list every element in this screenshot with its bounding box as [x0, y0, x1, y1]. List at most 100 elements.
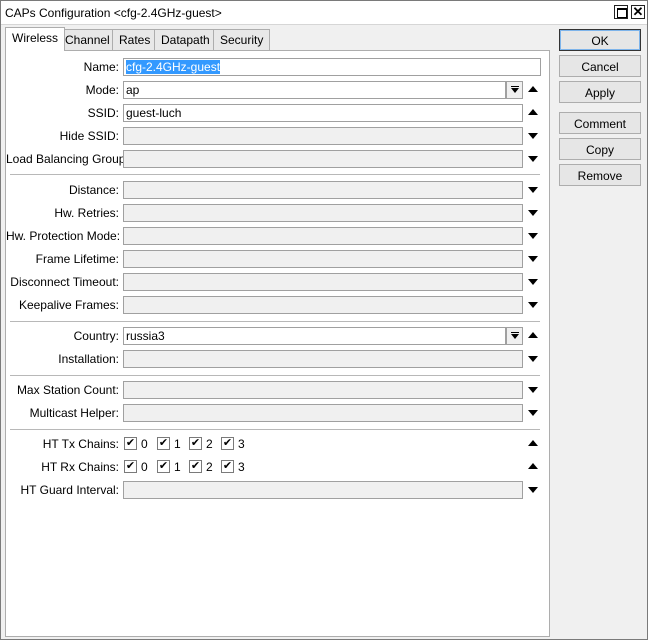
- ht-guard-interval-label: HT Guard Interval:: [20, 483, 119, 497]
- ht-tx-chain-3-label: 3: [238, 437, 245, 451]
- max-station-count-label: Max Station Count:: [16, 383, 119, 397]
- disconnect-timeout-expand-arrow-icon[interactable]: [528, 279, 538, 285]
- ht-tx-chain-2-checkbox[interactable]: ✔: [189, 437, 202, 450]
- ht-tx-chain-0-label: 0: [141, 437, 148, 451]
- close-icon[interactable]: ✕: [631, 4, 645, 19]
- multicast-helper-row: Multicast Helper:: [6, 404, 551, 422]
- frame-lifetime-row: Frame Lifetime:: [6, 250, 551, 268]
- max-station-count-expand-arrow-icon[interactable]: [528, 387, 538, 393]
- multicast-helper-field[interactable]: [123, 404, 523, 422]
- distance-expand-arrow-icon[interactable]: [528, 187, 538, 193]
- ht-rx-chain-0-checkbox[interactable]: ✔: [124, 460, 137, 473]
- installation-label: Installation:: [58, 352, 119, 366]
- tab-wireless[interactable]: Wireless: [5, 27, 66, 51]
- maximize-icon[interactable]: [614, 5, 628, 19]
- ht-rx-chain-3-checkbox[interactable]: ✔: [221, 460, 234, 473]
- load-balancing-group-field[interactable]: [123, 150, 523, 168]
- mode-collapse-arrow-icon[interactable]: [528, 86, 538, 92]
- ht-rx-chain-0-label: 0: [141, 460, 148, 474]
- cancel-button[interactable]: Cancel: [559, 55, 641, 77]
- tab-channel[interactable]: Channel: [58, 29, 117, 50]
- hw-protection-mode-label: Hw. Protection Mode:: [6, 229, 121, 243]
- ok-button[interactable]: OK: [559, 29, 641, 51]
- hide-ssid-expand-arrow-icon[interactable]: [528, 133, 538, 139]
- hw-retries-expand-arrow-icon[interactable]: [528, 210, 538, 216]
- hw-protection-mode-expand-arrow-icon[interactable]: [528, 233, 538, 239]
- title-bar[interactable]: CAPs Configuration <cfg-2.4GHz-guest> ✕: [1, 1, 647, 25]
- country-dropdown-icon[interactable]: [506, 327, 523, 345]
- comment-button[interactable]: Comment: [559, 112, 641, 134]
- keepalive-frames-expand-arrow-icon[interactable]: [528, 302, 538, 308]
- frame-lifetime-expand-arrow-icon[interactable]: [528, 256, 538, 262]
- distance-field[interactable]: [123, 181, 523, 199]
- name-field[interactable]: cfg-2.4GHz-guest: [123, 58, 541, 76]
- frame-lifetime-field[interactable]: [123, 250, 523, 268]
- max-station-count-row: Max Station Count:: [6, 381, 551, 399]
- hide-ssid-field[interactable]: [123, 127, 523, 145]
- hw-retries-label: Hw. Retries:: [54, 206, 119, 220]
- ssid-label: SSID:: [87, 106, 119, 120]
- ssid-collapse-arrow-icon[interactable]: [528, 109, 538, 115]
- hw-protection-mode-row: Hw. Protection Mode:: [6, 227, 551, 245]
- keepalive-frames-label: Keepalive Frames:: [18, 298, 119, 312]
- apply-button[interactable]: Apply: [559, 81, 641, 103]
- ht-guard-interval-field[interactable]: [123, 481, 523, 499]
- load-balancing-group-row: Load Balancing Group:: [6, 150, 551, 168]
- ht-guard-interval-expand-arrow-icon[interactable]: [528, 487, 538, 493]
- load-balancing-group-label: Load Balancing Group:: [6, 152, 129, 166]
- caps-configuration-window: CAPs Configuration <cfg-2.4GHz-guest> ✕ …: [0, 0, 648, 640]
- distance-label: Distance:: [68, 183, 119, 197]
- installation-expand-arrow-icon[interactable]: [528, 356, 538, 362]
- ht-rx-chain-2-label: 2: [206, 460, 213, 474]
- installation-field[interactable]: [123, 350, 523, 368]
- ht-rx-chain-2-checkbox[interactable]: ✔: [189, 460, 202, 473]
- ht-rx-chains-row: HT Rx Chains: ✔ 0 ✔ 1 ✔ 2 ✔ 3: [6, 458, 551, 476]
- ht-tx-chains-collapse-arrow-icon[interactable]: [528, 440, 538, 446]
- disconnect-timeout-field[interactable]: [123, 273, 523, 291]
- remove-button[interactable]: Remove: [559, 164, 641, 186]
- disconnect-timeout-label: Disconnect Timeout:: [10, 275, 119, 289]
- mode-label: Mode:: [85, 83, 119, 97]
- multicast-helper-label: Multicast Helper:: [29, 406, 119, 420]
- hide-ssid-label: Hide SSID:: [59, 129, 119, 143]
- tab-rates[interactable]: Rates: [112, 29, 158, 50]
- hw-protection-mode-field[interactable]: [123, 227, 523, 245]
- country-row: Country: russia3: [6, 327, 551, 345]
- separator: [10, 429, 540, 430]
- country-collapse-arrow-icon[interactable]: [528, 332, 538, 338]
- country-label: Country:: [73, 329, 119, 343]
- ht-tx-chain-1-checkbox[interactable]: ✔: [157, 437, 170, 450]
- frame-lifetime-label: Frame Lifetime:: [35, 252, 119, 266]
- copy-button[interactable]: Copy: [559, 138, 641, 160]
- mode-select[interactable]: ap: [123, 81, 506, 99]
- hide-ssid-row: Hide SSID:: [6, 127, 551, 145]
- ssid-field[interactable]: guest-luch: [123, 104, 523, 122]
- multicast-helper-expand-arrow-icon[interactable]: [528, 410, 538, 416]
- name-value: cfg-2.4GHz-guest: [126, 60, 221, 74]
- hw-retries-row: Hw. Retries:: [6, 204, 551, 222]
- tab-datapath[interactable]: Datapath: [154, 29, 217, 50]
- country-select[interactable]: russia3: [123, 327, 506, 345]
- ht-tx-chains-label: HT Tx Chains:: [42, 437, 119, 451]
- close-glyph: ✕: [632, 4, 644, 19]
- ht-tx-chain-3-checkbox[interactable]: ✔: [221, 437, 234, 450]
- separator: [10, 174, 540, 175]
- wireless-tab-panel: Name: cfg-2.4GHz-guest Mode: ap SSID: gu…: [5, 50, 550, 637]
- ht-tx-chain-0-checkbox[interactable]: ✔: [124, 437, 137, 450]
- name-label: Name:: [83, 60, 119, 74]
- hw-retries-field[interactable]: [123, 204, 523, 222]
- tab-security[interactable]: Security: [213, 29, 271, 50]
- keepalive-frames-field[interactable]: [123, 296, 523, 314]
- max-station-count-field[interactable]: [123, 381, 523, 399]
- window-title: CAPs Configuration <cfg-2.4GHz-guest>: [5, 6, 222, 20]
- load-balancing-group-expand-arrow-icon[interactable]: [528, 156, 538, 162]
- ht-rx-chains-collapse-arrow-icon[interactable]: [528, 463, 538, 469]
- ht-rx-chain-3-label: 3: [238, 460, 245, 474]
- mode-dropdown-icon[interactable]: [506, 81, 523, 99]
- mode-row: Mode: ap: [6, 81, 551, 99]
- ht-tx-chain-2-label: 2: [206, 437, 213, 451]
- ht-rx-chain-1-label: 1: [174, 460, 181, 474]
- ht-rx-chain-1-checkbox[interactable]: ✔: [157, 460, 170, 473]
- disconnect-timeout-row: Disconnect Timeout:: [6, 273, 551, 291]
- ssid-row: SSID: guest-luch: [6, 104, 551, 122]
